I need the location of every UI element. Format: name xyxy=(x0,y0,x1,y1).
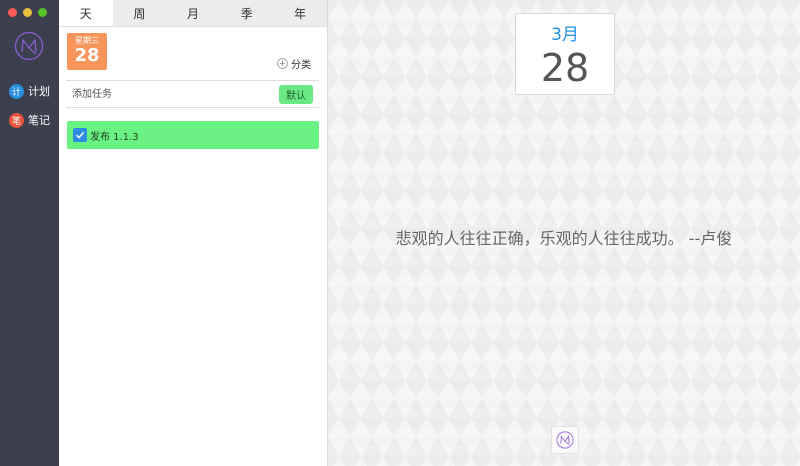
day-number: 28 xyxy=(74,45,100,66)
task-label: 发布 1.1.3 xyxy=(90,131,139,143)
task-panel: 天 周 月 季 年 星期三 28 + 分类 默认 发布 1.1.3 xyxy=(59,0,328,466)
add-task-input[interactable] xyxy=(66,87,254,101)
add-task-row: 默认 xyxy=(66,80,319,108)
sidebar-item-notes[interactable]: 笔 笔记 xyxy=(9,112,50,128)
maximize-window-button[interactable] xyxy=(38,8,47,17)
sidebar: 计 计划 笔 笔记 xyxy=(0,0,59,466)
calendar-month: 3月 xyxy=(551,25,579,45)
calendar-card: 3月 28 xyxy=(515,13,615,95)
sidebar-item-plan[interactable]: 计 计划 xyxy=(9,83,50,99)
sidebar-item-label: 笔记 xyxy=(28,114,50,127)
app-logo-icon xyxy=(14,31,44,61)
category-label: 分类 xyxy=(291,60,311,71)
tab-year[interactable]: 年 xyxy=(273,0,327,26)
minimize-window-button[interactable] xyxy=(23,8,32,17)
checkbox-checked-icon[interactable] xyxy=(73,128,87,142)
plan-icon: 计 xyxy=(9,83,24,99)
period-tabs: 天 周 月 季 年 xyxy=(59,0,327,27)
close-window-button[interactable] xyxy=(8,8,17,17)
tab-day[interactable]: 天 xyxy=(59,0,113,26)
daily-quote: 悲观的人往往正确，乐观的人往往成功。 --卢俊 xyxy=(395,229,733,248)
calendar-day: 28 xyxy=(540,46,590,90)
window-controls xyxy=(8,8,47,17)
plus-icon: + xyxy=(277,58,288,69)
category-button[interactable]: + 分类 xyxy=(277,56,311,71)
task-item[interactable]: 发布 1.1.3 xyxy=(67,121,319,149)
date-card: 星期三 28 xyxy=(67,33,107,70)
tab-month[interactable]: 月 xyxy=(166,0,220,26)
notes-icon: 笔 xyxy=(9,112,24,128)
app-logo-small-icon[interactable] xyxy=(551,426,579,454)
default-category-button[interactable]: 默认 xyxy=(279,84,313,104)
sidebar-item-label: 计划 xyxy=(28,85,50,98)
tab-quarter[interactable]: 季 xyxy=(220,0,274,26)
tab-week[interactable]: 周 xyxy=(113,0,167,26)
daily-view: 3月 28 悲观的人往往正确，乐观的人往往成功。 --卢俊 xyxy=(328,0,800,466)
